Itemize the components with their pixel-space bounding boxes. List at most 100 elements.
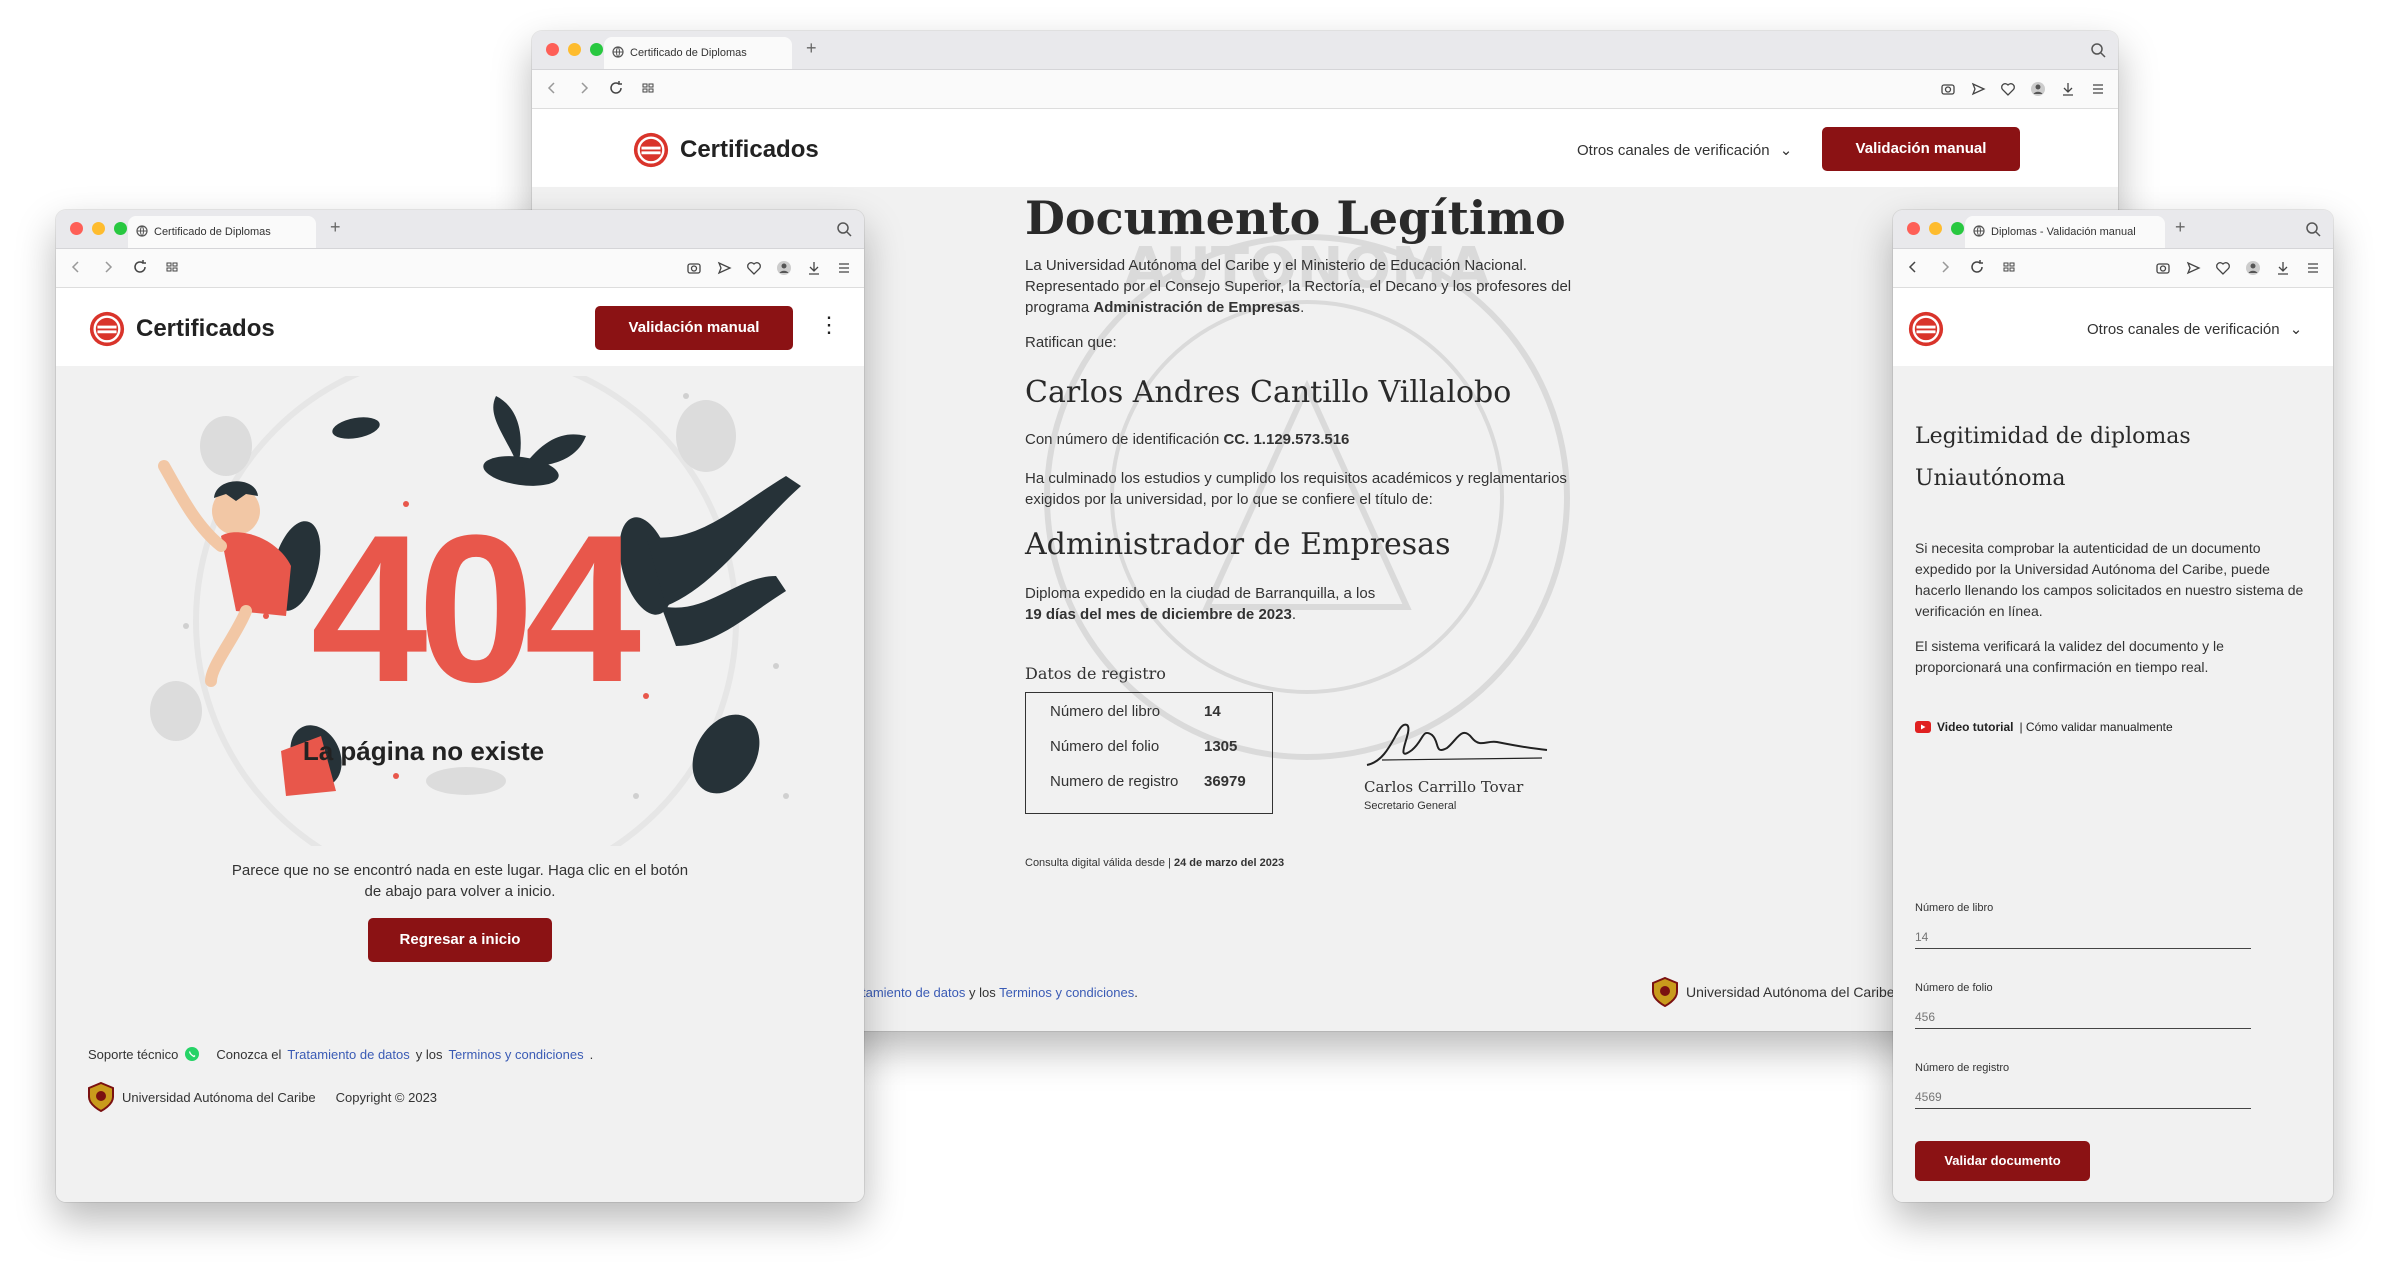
- folio-number-input[interactable]: [1915, 1006, 2251, 1029]
- book-number-input[interactable]: [1915, 926, 2251, 949]
- other-channels-dropdown[interactable]: Otros canales de verificación ⌄: [1577, 141, 1792, 159]
- heart-icon[interactable]: [2215, 260, 2231, 276]
- new-tab-button[interactable]: +: [330, 217, 341, 238]
- registry-number-input[interactable]: [1915, 1086, 2251, 1109]
- validate-document-button[interactable]: Validar documento: [1915, 1141, 2090, 1181]
- heart-icon[interactable]: [2000, 81, 2016, 97]
- search-icon[interactable]: [2090, 42, 2106, 58]
- download-icon[interactable]: [2060, 81, 2076, 97]
- brand-logo[interactable]: Certificados: [632, 131, 819, 169]
- reload-icon[interactable]: [1969, 259, 1985, 275]
- heading-line-2: Uniautónoma: [1915, 466, 2066, 491]
- registry-value: 14: [1204, 703, 1221, 720]
- back-icon[interactable]: [544, 80, 560, 96]
- camera-icon[interactable]: [2155, 260, 2171, 276]
- other-channels-dropdown[interactable]: Otros canales de verificación ⌄: [2087, 320, 2302, 338]
- terms-link[interactable]: Terminos y condiciones: [999, 985, 1134, 1000]
- support-label[interactable]: Soporte técnico: [88, 1047, 178, 1062]
- camera-icon[interactable]: [1940, 81, 1956, 97]
- error-message-line-1: Parece que no se encontró nada en este l…: [231, 862, 689, 879]
- tab-title: Certificado de Diplomas: [154, 226, 271, 238]
- browser-toolbar: [56, 249, 864, 288]
- book-number-label: Número de libro: [1915, 902, 1994, 914]
- brand-logo[interactable]: [1907, 310, 1945, 348]
- page-heading: Legitimidad de diplomas Uniautónoma: [1915, 416, 2191, 500]
- signer-role: Secretario General: [1364, 800, 1457, 812]
- browser-tab[interactable]: Certificado de Diplomas: [128, 216, 316, 248]
- send-icon[interactable]: [716, 260, 732, 276]
- consult-date: 24 de marzo del 2023: [1174, 857, 1285, 869]
- registry-row: Numero de registro 36979: [1050, 773, 1272, 808]
- folio-number-label: Número de folio: [1915, 982, 1993, 994]
- manual-validation-content: Legitimidad de diplomas Uniautónoma Si n…: [1893, 366, 2333, 1202]
- whatsapp-icon[interactable]: [184, 1046, 200, 1062]
- footer-links: Soporte técnico Conozca el Tratamiento d…: [88, 1046, 594, 1062]
- terms-link[interactable]: Terminos y condiciones: [449, 1047, 584, 1062]
- apps-grid-icon[interactable]: [2001, 259, 2017, 275]
- close-window-button[interactable]: [1907, 222, 1920, 235]
- maximize-window-button[interactable]: [590, 43, 603, 56]
- menu-icon[interactable]: [836, 260, 852, 276]
- heart-icon[interactable]: [746, 260, 762, 276]
- maximize-window-button[interactable]: [1951, 222, 1964, 235]
- new-tab-button[interactable]: +: [806, 38, 817, 59]
- forward-icon[interactable]: [100, 259, 116, 275]
- registry-label: Número del folio: [1050, 738, 1160, 755]
- back-icon[interactable]: [1905, 259, 1921, 275]
- heading-line-1: Legitimidad de diplomas: [1915, 424, 2191, 449]
- degree-title: Administrador de Empresas: [1025, 527, 1451, 562]
- back-home-button[interactable]: Regresar a inicio: [368, 918, 552, 962]
- data-treatment-link[interactable]: Tratamiento de datos: [287, 1047, 409, 1062]
- browser-toolbar: [532, 70, 2118, 109]
- browser-tab[interactable]: Certificado de Diplomas: [604, 37, 792, 69]
- university-shield-icon: [88, 1082, 114, 1112]
- video-tutorial-link[interactable]: Video tutorial | Cómo validar manualment…: [1915, 720, 2173, 734]
- minimize-window-button[interactable]: [92, 222, 105, 235]
- close-window-button[interactable]: [70, 222, 83, 235]
- reload-icon[interactable]: [608, 80, 624, 96]
- minimize-window-button[interactable]: [1929, 222, 1942, 235]
- data-treatment-link[interactable]: tamiento de datos: [862, 985, 965, 1000]
- maximize-window-button[interactable]: [114, 222, 127, 235]
- person-name: Carlos Andres Cantillo Villalobo: [1025, 375, 1512, 410]
- apps-grid-icon[interactable]: [640, 80, 656, 96]
- browser-window-right: Diplomas - Validación manual + Otros can…: [1893, 210, 2333, 1202]
- id-number: CC. 1.129.573.516: [1223, 431, 1350, 448]
- camera-icon[interactable]: [686, 260, 702, 276]
- close-window-button[interactable]: [546, 43, 559, 56]
- manual-validation-button[interactable]: Validación manual: [1822, 127, 2020, 171]
- apps-grid-icon[interactable]: [164, 259, 180, 275]
- forward-icon[interactable]: [1937, 259, 1953, 275]
- error-404-illustration: 404: [150, 376, 801, 846]
- issued-line-1: Diploma expedido en la ciudad de Barranq…: [1025, 585, 1376, 602]
- profile-icon[interactable]: [2245, 260, 2261, 276]
- issued-date: 19 días del mes de diciembre de 2023: [1025, 606, 1292, 623]
- search-icon[interactable]: [836, 221, 852, 237]
- profile-icon[interactable]: [2030, 81, 2046, 97]
- menu-icon[interactable]: [2305, 260, 2321, 276]
- download-icon[interactable]: [806, 260, 822, 276]
- more-options-icon[interactable]: ⋮: [818, 314, 840, 336]
- registry-value: 1305: [1204, 738, 1238, 755]
- profile-icon[interactable]: [776, 260, 792, 276]
- studies-line-2: exigidos por la universidad, por lo que …: [1025, 491, 1433, 508]
- reload-icon[interactable]: [132, 259, 148, 275]
- minimize-window-button[interactable]: [568, 43, 581, 56]
- forward-icon[interactable]: [576, 80, 592, 96]
- globe-icon: [136, 225, 148, 237]
- chevron-down-icon: ⌄: [1779, 142, 1793, 159]
- search-icon[interactable]: [2305, 221, 2321, 237]
- send-icon[interactable]: [2185, 260, 2201, 276]
- brand-logo[interactable]: Certificados: [88, 310, 275, 348]
- download-icon[interactable]: [2275, 260, 2291, 276]
- new-tab-button[interactable]: +: [2175, 217, 2186, 238]
- browser-tab[interactable]: Diplomas - Validación manual: [1965, 216, 2165, 248]
- menu-icon[interactable]: [2090, 81, 2106, 97]
- manual-validation-button[interactable]: Validación manual: [595, 306, 793, 350]
- intro-text: La Universidad Autónoma del Caribe y el …: [1025, 255, 1571, 318]
- send-icon[interactable]: [1970, 81, 1986, 97]
- registry-number-label: Número de registro: [1915, 1062, 2010, 1074]
- id-prefix: Con número de identificación: [1025, 431, 1220, 448]
- globe-icon: [612, 46, 624, 58]
- back-icon[interactable]: [68, 259, 84, 275]
